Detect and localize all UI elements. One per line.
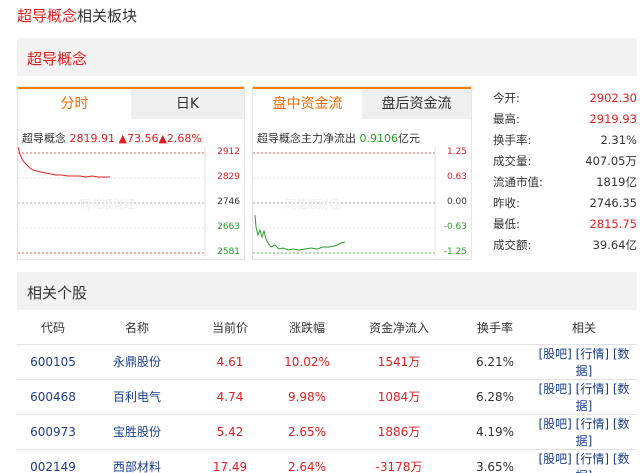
table-header-row: 代码 名称 当前价 涨跌幅 资金净流入 换手率 相关 <box>17 312 637 345</box>
stock-code[interactable]: 600105 <box>17 344 89 380</box>
watermark-logo: 同花顺财经 <box>285 198 340 211</box>
stock-inflow: -3178万 <box>339 449 459 473</box>
intraday-axis-label: 2912 <box>217 147 240 157</box>
table-row: 600468 百利电气 4.74 9.98% 1084万 6.28% [股吧] … <box>17 379 637 415</box>
stock-links: [股吧] [行情] [数据] <box>531 379 637 415</box>
stock-links: [股吧] [行情] [数据] <box>531 344 637 380</box>
stats-list: 今开: 2902.30 最高: 2919.93 换手率: 2.31% 成交量: 407.… <box>493 88 637 256</box>
stock-inflow: 1084万 <box>339 379 459 415</box>
link-forum[interactable]: [股吧] <box>538 347 571 361</box>
stat-open: 今开: 2902.30 <box>493 91 637 105</box>
intraday-tabs: 分时 日K <box>18 87 244 119</box>
stat-amount: 成交额: 39.64亿 <box>493 238 637 252</box>
flow-caption-unit: 亿元 <box>398 132 420 145</box>
stock-name[interactable]: 百利电气 <box>89 379 185 415</box>
link-forum[interactable]: [股吧] <box>538 417 571 431</box>
page-title-highlight: 超导概念 <box>17 7 78 25</box>
stock-name[interactable]: 宝胜股份 <box>89 414 185 450</box>
col-turnover: 换手率 <box>459 312 531 345</box>
stock-inflow: 1541万 <box>339 344 459 380</box>
intraday-price-line <box>18 146 110 178</box>
page-title: 超导概念相关板块 <box>17 5 137 26</box>
stock-turnover: 3.65% <box>459 449 531 473</box>
col-price: 当前价 <box>185 312 275 345</box>
flow-caption: 超导概念主力净流出 0.9106亿元 <box>257 130 420 146</box>
flow-axis-label: -1.25 <box>443 247 467 257</box>
stat-prev-close: 昨收: 2746.35 <box>493 196 637 210</box>
intraday-axis-label: 2746 <box>217 197 240 207</box>
stock-links: [股吧] [行情] [数据] <box>531 414 637 450</box>
col-change: 涨跌幅 <box>275 312 339 345</box>
flow-caption-value: 0.9106 <box>359 132 399 145</box>
watermark-logo: 同花顺财经 <box>80 198 135 211</box>
intraday-caption-name: 超导概念 <box>22 132 66 145</box>
link-quote[interactable]: [行情] <box>576 417 609 431</box>
stock-name[interactable]: 西部材料 <box>89 449 185 473</box>
link-quote[interactable]: [行情] <box>576 452 609 466</box>
money-flow-panel: 盘中资金流 盘后资金流 超导概念主力净流出 0.9106亿元 1.25 0.63… <box>252 86 472 260</box>
stock-name[interactable]: 永鼎股份 <box>89 344 185 380</box>
related-stocks-table: 代码 名称 当前价 涨跌幅 资金净流入 换手率 相关 600105 永鼎股份 4… <box>17 312 637 473</box>
intraday-axis-label: 2829 <box>217 172 240 182</box>
stat-high: 最高: 2919.93 <box>493 112 637 126</box>
stock-change: 9.98% <box>275 379 339 415</box>
stat-volume: 成交量: 407.05万 <box>493 154 637 168</box>
intraday-chart-panel: 分时 日K 超导概念 2819.91 ▲73.56▲2.68% 2912 282… <box>17 86 245 260</box>
intraday-caption: 超导概念 2819.91 ▲73.56▲2.68% <box>22 130 202 146</box>
link-forum[interactable]: [股吧] <box>538 382 571 396</box>
stock-price: 5.42 <box>185 414 275 450</box>
related-stocks-title: 相关个股 <box>27 284 88 302</box>
stock-turnover: 6.21% <box>459 344 531 380</box>
stock-change: 10.02% <box>275 344 339 380</box>
col-name: 名称 <box>89 312 185 345</box>
link-quote[interactable]: [行情] <box>576 347 609 361</box>
intraday-caption-change: ▲73.56▲2.68% <box>118 132 202 145</box>
stock-turnover: 4.19% <box>459 414 531 450</box>
board-header: 超导概念 <box>17 38 637 76</box>
col-code: 代码 <box>17 312 89 345</box>
stat-turnover: 换手率: 2.31% <box>493 133 637 147</box>
stock-price: 4.61 <box>185 344 275 380</box>
stock-price: 4.74 <box>185 379 275 415</box>
stock-price: 17.49 <box>185 449 275 473</box>
stock-code[interactable]: 002149 <box>17 449 89 473</box>
intraday-axis-label: 2663 <box>217 222 240 232</box>
link-quote[interactable]: [行情] <box>576 382 609 396</box>
flow-axis-label: 0.63 <box>446 172 467 182</box>
stat-low: 最低: 2815.75 <box>493 217 637 231</box>
page-title-suffix: 相关板块 <box>77 7 138 25</box>
table-row: 600105 永鼎股份 4.61 10.02% 1541万 6.21% [股吧]… <box>17 344 637 380</box>
stock-change: 2.65% <box>275 414 339 450</box>
stock-code[interactable]: 600468 <box>17 379 89 415</box>
flow-line <box>254 214 346 251</box>
flow-tabs: 盘中资金流 盘后资金流 <box>253 87 471 119</box>
board-name: 超导概念 <box>27 50 88 68</box>
flow-axis-label: 1.25 <box>446 147 467 157</box>
link-forum[interactable]: [股吧] <box>538 452 571 466</box>
stock-turnover: 6.28% <box>459 379 531 415</box>
tab-intraday[interactable]: 分时 <box>18 89 131 119</box>
tab-intraday-flow[interactable]: 盘中资金流 <box>253 89 362 119</box>
tab-daily-k[interactable]: 日K <box>131 89 244 119</box>
stat-float-cap: 流通市值: 1819亿 <box>493 175 637 189</box>
table-row: 002149 西部材料 17.49 2.64% -3178万 3.65% [股吧… <box>17 449 637 473</box>
col-related: 相关 <box>531 312 637 345</box>
flow-axis-label: -0.63 <box>443 222 467 232</box>
intraday-caption-price: 2819.91 <box>69 132 116 145</box>
intraday-axis-label: 2581 <box>217 247 240 257</box>
stock-code[interactable]: 600973 <box>17 414 89 450</box>
tab-after-hours-flow[interactable]: 盘后资金流 <box>362 89 471 119</box>
stock-change: 2.64% <box>275 449 339 473</box>
table-row: 600973 宝胜股份 5.42 2.65% 1886万 4.19% [股吧] … <box>17 414 637 450</box>
flow-axis-label: 0.00 <box>446 197 467 207</box>
related-stocks-header: 相关个股 <box>17 272 637 310</box>
col-inflow: 资金净流入 <box>339 312 459 345</box>
stock-inflow: 1886万 <box>339 414 459 450</box>
flow-caption-prefix: 超导概念主力净流出 <box>257 132 356 145</box>
stock-links: [股吧] [行情] [数据] <box>531 449 637 473</box>
